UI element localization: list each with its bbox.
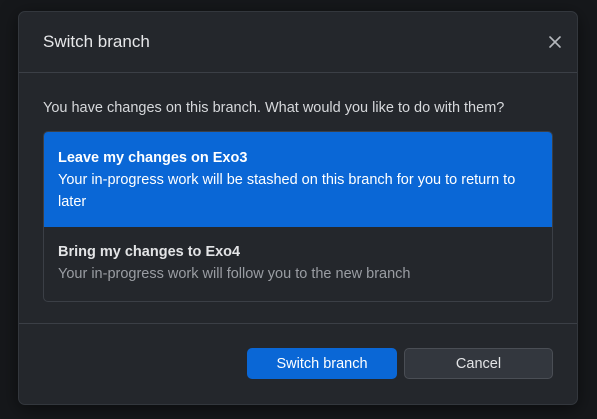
close-button[interactable] [545,32,565,52]
option-description: Your in-progress work will follow you to… [58,266,411,282]
close-icon [545,32,565,52]
switch-branch-button[interactable]: Switch branch [247,348,397,379]
prompt-text: You have changes on this branch. What wo… [43,100,505,116]
option-title: Bring my changes to Exo4 [58,244,241,260]
dialog-body: You have changes on this branch. What wo… [19,73,577,324]
dialog-header: Switch branch [19,12,577,73]
option-bring-changes[interactable]: Bring my changes to Exo4 Your in-progres… [44,227,552,301]
option-leave-changes[interactable]: Leave my changes on Exo3 Your in-progres… [44,132,552,227]
option-title: Leave my changes on Exo3 [58,150,248,166]
option-description: Your in-progress work will be stashed on… [58,172,516,210]
dialog-footer: Switch branch Cancel [19,324,577,404]
option-list: Leave my changes on Exo3 Your in-progres… [43,131,553,302]
dialog-title: Switch branch [43,32,150,51]
switch-branch-dialog: Switch branch You have changes on this b… [18,11,578,405]
cancel-button[interactable]: Cancel [404,348,553,379]
